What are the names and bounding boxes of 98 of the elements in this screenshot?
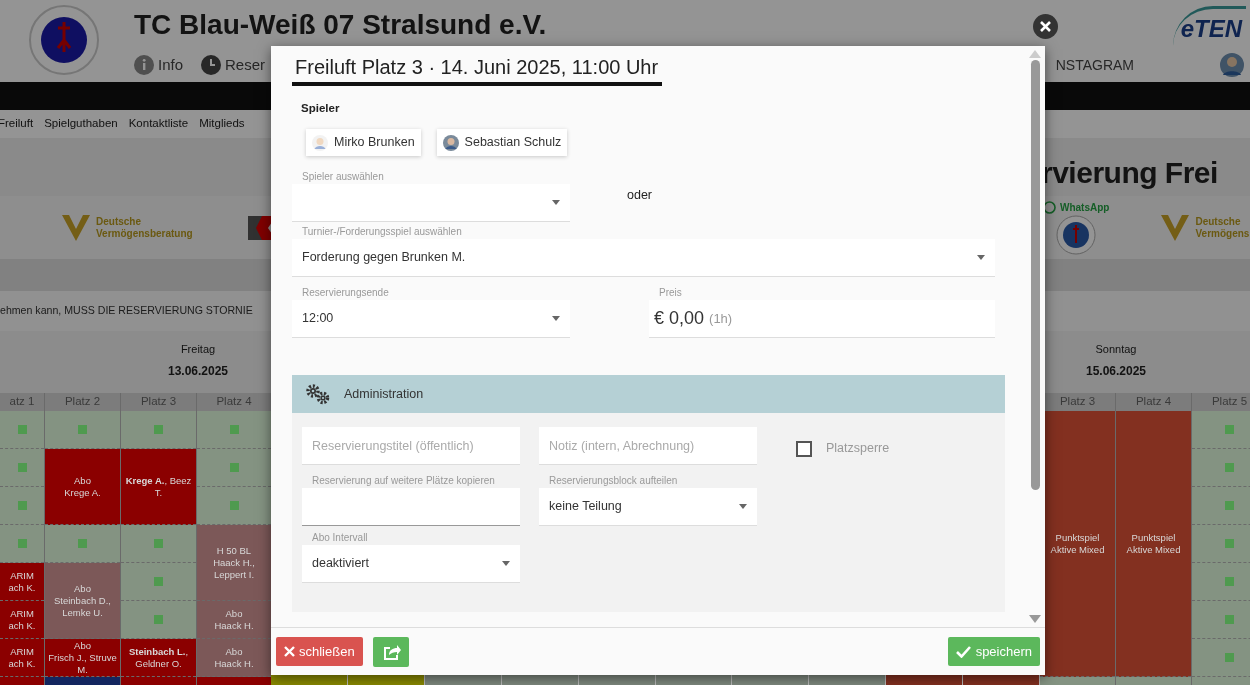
free-slot-icon — [1225, 539, 1234, 548]
booking-cell: Punktspiel Aktive Mixed — [1116, 411, 1191, 677]
input-field[interactable]: Reservierungstitel (öffentlich) — [302, 427, 520, 464]
whatsapp-icon — [1043, 201, 1056, 214]
booking-cell: Steinbach L., Geldner O. — [121, 639, 196, 677]
free-slot-icon — [1225, 501, 1234, 510]
nav-link[interactable]: Info — [158, 54, 184, 77]
share-button[interactable] — [372, 636, 409, 667]
free-slot-icon — [78, 425, 87, 434]
brand-logo: eTEN — [1172, 6, 1246, 47]
free-slot-icon — [78, 539, 87, 548]
free-slot-icon — [154, 425, 163, 434]
sponsor-logo-text: WhatsApp — [1060, 201, 1110, 215]
booking-cell: H 50 BL Haack H., Leppert I. — [197, 525, 271, 601]
free-slot-icon — [17, 463, 27, 472]
sponsor-logo-text: Deutsche Vermögensberatung — [96, 215, 193, 240]
free-slot-icon — [229, 463, 239, 472]
price-value: € 0,00 — [654, 307, 705, 330]
caret-icon — [552, 316, 560, 321]
free-slot-icon — [1225, 615, 1234, 624]
booking-cell: Abo Frisch J., Struve M. — [45, 639, 120, 677]
field-label: Spieler auswählen — [301, 170, 385, 184]
nav-link[interactable]: Kontaktliste — [128, 115, 189, 133]
weekday-label: Sonntag — [1094, 342, 1138, 357]
booking-cell: ARIM ach K. — [0, 639, 44, 677]
booking-cell: Punktspiel Aktive Mixed — [1040, 411, 1115, 677]
booking-cell: ARIM ach K. — [0, 601, 44, 639]
nav-link[interactable]: Spielguthaben — [44, 115, 118, 133]
booking-cell: Abo Haack H. — [197, 639, 271, 677]
section-title: Administration — [344, 385, 424, 403]
field-label: Turnier-/Forderungsspiel auswählen — [301, 225, 463, 239]
free-slot-icon — [229, 501, 239, 510]
field-label: Reservierung auf weitere Plätze kopieren — [311, 474, 496, 488]
dropdown-field[interactable] — [292, 184, 570, 221]
duration-note: (1h) — [709, 309, 733, 328]
v-logo-icon — [60, 212, 92, 243]
nav-link[interactable]: NSTAGRAM — [1055, 54, 1134, 76]
nav-link[interactable]: Mitglieds — [199, 115, 245, 133]
info-icon — [134, 55, 154, 76]
player-chip[interactable]: Mirko Brunken — [306, 129, 421, 156]
clock-icon — [201, 55, 222, 76]
field-label: Abo Intervall — [311, 531, 369, 545]
club-logo — [28, 4, 100, 76]
free-slot-icon — [154, 539, 163, 548]
check-icon — [955, 645, 971, 658]
weekday-label: Freitag — [179, 342, 217, 357]
input-field[interactable]: Notiz (intern, Abrechnung) — [539, 427, 757, 464]
dropdown-field[interactable]: Forderung gegen Brunken M. — [292, 239, 995, 276]
club-logo — [1056, 215, 1097, 255]
free-slot-icon — [17, 539, 27, 548]
checkbox-label: Platzsperre — [826, 440, 890, 458]
caret-icon — [977, 255, 985, 260]
close-button[interactable] — [1033, 14, 1058, 39]
close-icon — [1040, 21, 1051, 32]
field-label: Reservierungsende — [301, 286, 390, 300]
booking-cell: Abo Steinbach D., Lemke U. — [45, 563, 120, 639]
notice-text: ehmen kann, MUSS DIE RESERVIERUNG STORNIE — [0, 304, 253, 316]
or-text: oder — [627, 187, 653, 204]
input-field[interactable] — [302, 488, 520, 525]
nav-link[interactable]: Reser — [225, 54, 266, 77]
field-label: Reservierungsblock aufteilen — [548, 474, 679, 488]
x-icon — [284, 646, 295, 657]
free-slot-icon — [1225, 425, 1234, 434]
booking-cell: Abo Haack H. — [197, 601, 271, 639]
avatar-icon — [312, 134, 328, 151]
modal-title: Freiluft Platz 3 · 14. Juni 2025, 11:00 Uhr — [292, 54, 663, 86]
caret-icon — [739, 504, 747, 509]
date-label: 13.06.2025 — [166, 362, 230, 380]
booking-cell: ARIM ach K. — [0, 563, 44, 601]
player-chip[interactable]: Sebastian Schulz — [436, 129, 568, 156]
dropdown-field[interactable]: keine Teilung — [539, 488, 757, 525]
free-slot-icon — [229, 425, 239, 434]
page-heading: rvierung Frei — [1040, 155, 1218, 191]
section-label: Spieler — [301, 101, 341, 116]
field-label: Preis — [658, 286, 683, 300]
free-slot-icon — [17, 501, 27, 510]
gears-icon — [304, 383, 332, 405]
date-label: 15.06.2025 — [1084, 362, 1148, 380]
caret-icon — [552, 200, 560, 205]
free-slot-icon — [1225, 463, 1234, 472]
free-slot-icon — [1225, 653, 1234, 662]
free-slot-icon — [17, 425, 27, 434]
sponsor-logo — [247, 215, 271, 240]
caret-icon — [502, 561, 510, 566]
avatar — [1218, 51, 1246, 79]
v-logo-icon — [1159, 212, 1192, 243]
free-slot-icon — [154, 577, 163, 586]
dropdown-field[interactable]: deaktiviert — [302, 545, 520, 582]
booking-cell: Abo Krege A. — [45, 449, 120, 525]
avatar-icon — [442, 134, 459, 151]
dropdown-field[interactable]: 12:00 — [292, 300, 570, 337]
checkbox[interactable] — [796, 440, 812, 457]
free-slot-icon — [1225, 577, 1234, 586]
booking-cell: Krege A., Beez T. — [121, 449, 196, 525]
close-button[interactable]: schließen — [276, 636, 363, 667]
free-slot-icon — [154, 615, 163, 624]
site-title: TC Blau-Weiß 07 Stralsund e.V. — [134, 8, 547, 42]
sponsor-logo-text: Deutsche Vermögens — [1195, 215, 1250, 240]
